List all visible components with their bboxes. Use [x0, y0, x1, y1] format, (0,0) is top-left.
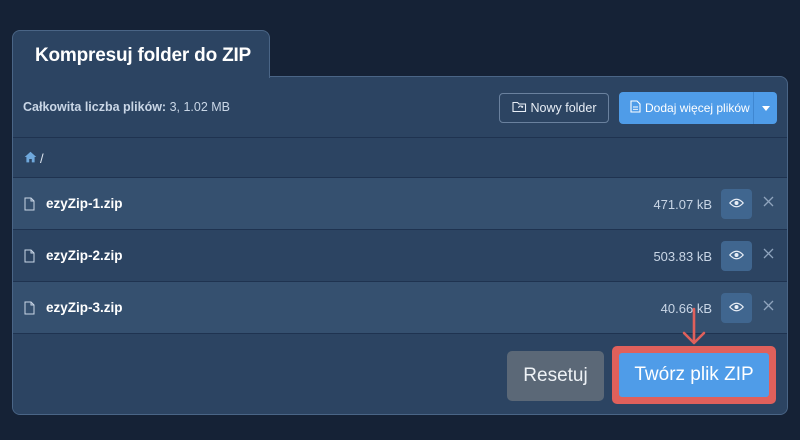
file-row: ezyZip-2.zip 503.83 kB [13, 230, 787, 282]
total-files-summary: Całkowita liczba plików: 3, 1.02 MB [23, 100, 230, 114]
eye-icon [728, 247, 745, 265]
caret-down-icon [761, 105, 770, 111]
file-size: 503.83 kB [653, 249, 712, 264]
file-name: ezyZip-1.zip [46, 196, 123, 211]
arrow-down-icon [682, 307, 706, 345]
folder-sync-icon [511, 100, 527, 116]
file-list: ezyZip-1.zip 471.07 kB ezyZip-2.zip 503.… [13, 178, 787, 334]
close-icon [763, 194, 774, 212]
preview-button[interactable] [721, 189, 752, 219]
file-panel: Całkowita liczba plików: 3, 1.02 MB Nowy… [12, 76, 788, 415]
add-files-button-group: Dodaj więcej plików [619, 92, 777, 124]
breadcrumb-bar: / [13, 138, 787, 178]
reset-label: Resetuj [523, 365, 588, 386]
create-zip-highlight: Twórz plik ZIP [612, 346, 776, 404]
eye-icon [728, 299, 745, 317]
add-files-dropdown-toggle[interactable] [753, 92, 777, 124]
remove-file-button[interactable] [760, 299, 776, 315]
new-folder-label: Nowy folder [530, 101, 597, 115]
remove-file-button[interactable] [760, 247, 776, 263]
create-zip-button[interactable]: Twórz plik ZIP [619, 353, 769, 397]
preview-button[interactable] [721, 293, 752, 323]
close-icon [763, 298, 774, 316]
create-zip-label: Twórz plik ZIP [634, 364, 754, 385]
file-icon [24, 301, 35, 320]
total-files-value: 3, 1.02 MB [166, 100, 231, 114]
tab-connector [13, 75, 269, 78]
file-icon [24, 197, 35, 216]
file-size: 471.07 kB [653, 197, 712, 212]
tab-title: Kompresuj folder do ZIP [35, 45, 252, 66]
file-icon [24, 249, 35, 268]
close-icon [763, 246, 774, 264]
breadcrumb-path: / [40, 151, 44, 166]
home-icon[interactable] [24, 151, 37, 166]
remove-file-button[interactable] [760, 195, 776, 211]
total-files-label: Całkowita liczba plików: [23, 100, 167, 114]
file-name: ezyZip-2.zip [46, 248, 123, 263]
new-folder-button[interactable]: Nowy folder [499, 93, 609, 123]
action-footer: Resetuj Twórz plik ZIP [13, 334, 787, 414]
info-toolbar: Całkowita liczba plików: 3, 1.02 MB Nowy… [13, 77, 787, 138]
breadcrumb: / [24, 151, 44, 166]
preview-button[interactable] [721, 241, 752, 271]
reset-button[interactable]: Resetuj [507, 351, 604, 401]
add-files-button[interactable]: Dodaj więcej plików [619, 92, 753, 124]
file-row: ezyZip-1.zip 471.07 kB [13, 178, 787, 230]
add-files-label: Dodaj więcej plików [645, 101, 750, 115]
file-icon [630, 100, 641, 116]
compress-tab[interactable]: Kompresuj folder do ZIP [12, 30, 270, 78]
eye-icon [728, 195, 745, 213]
file-name: ezyZip-3.zip [46, 300, 123, 315]
file-row: ezyZip-3.zip 40.66 kB [13, 282, 787, 334]
